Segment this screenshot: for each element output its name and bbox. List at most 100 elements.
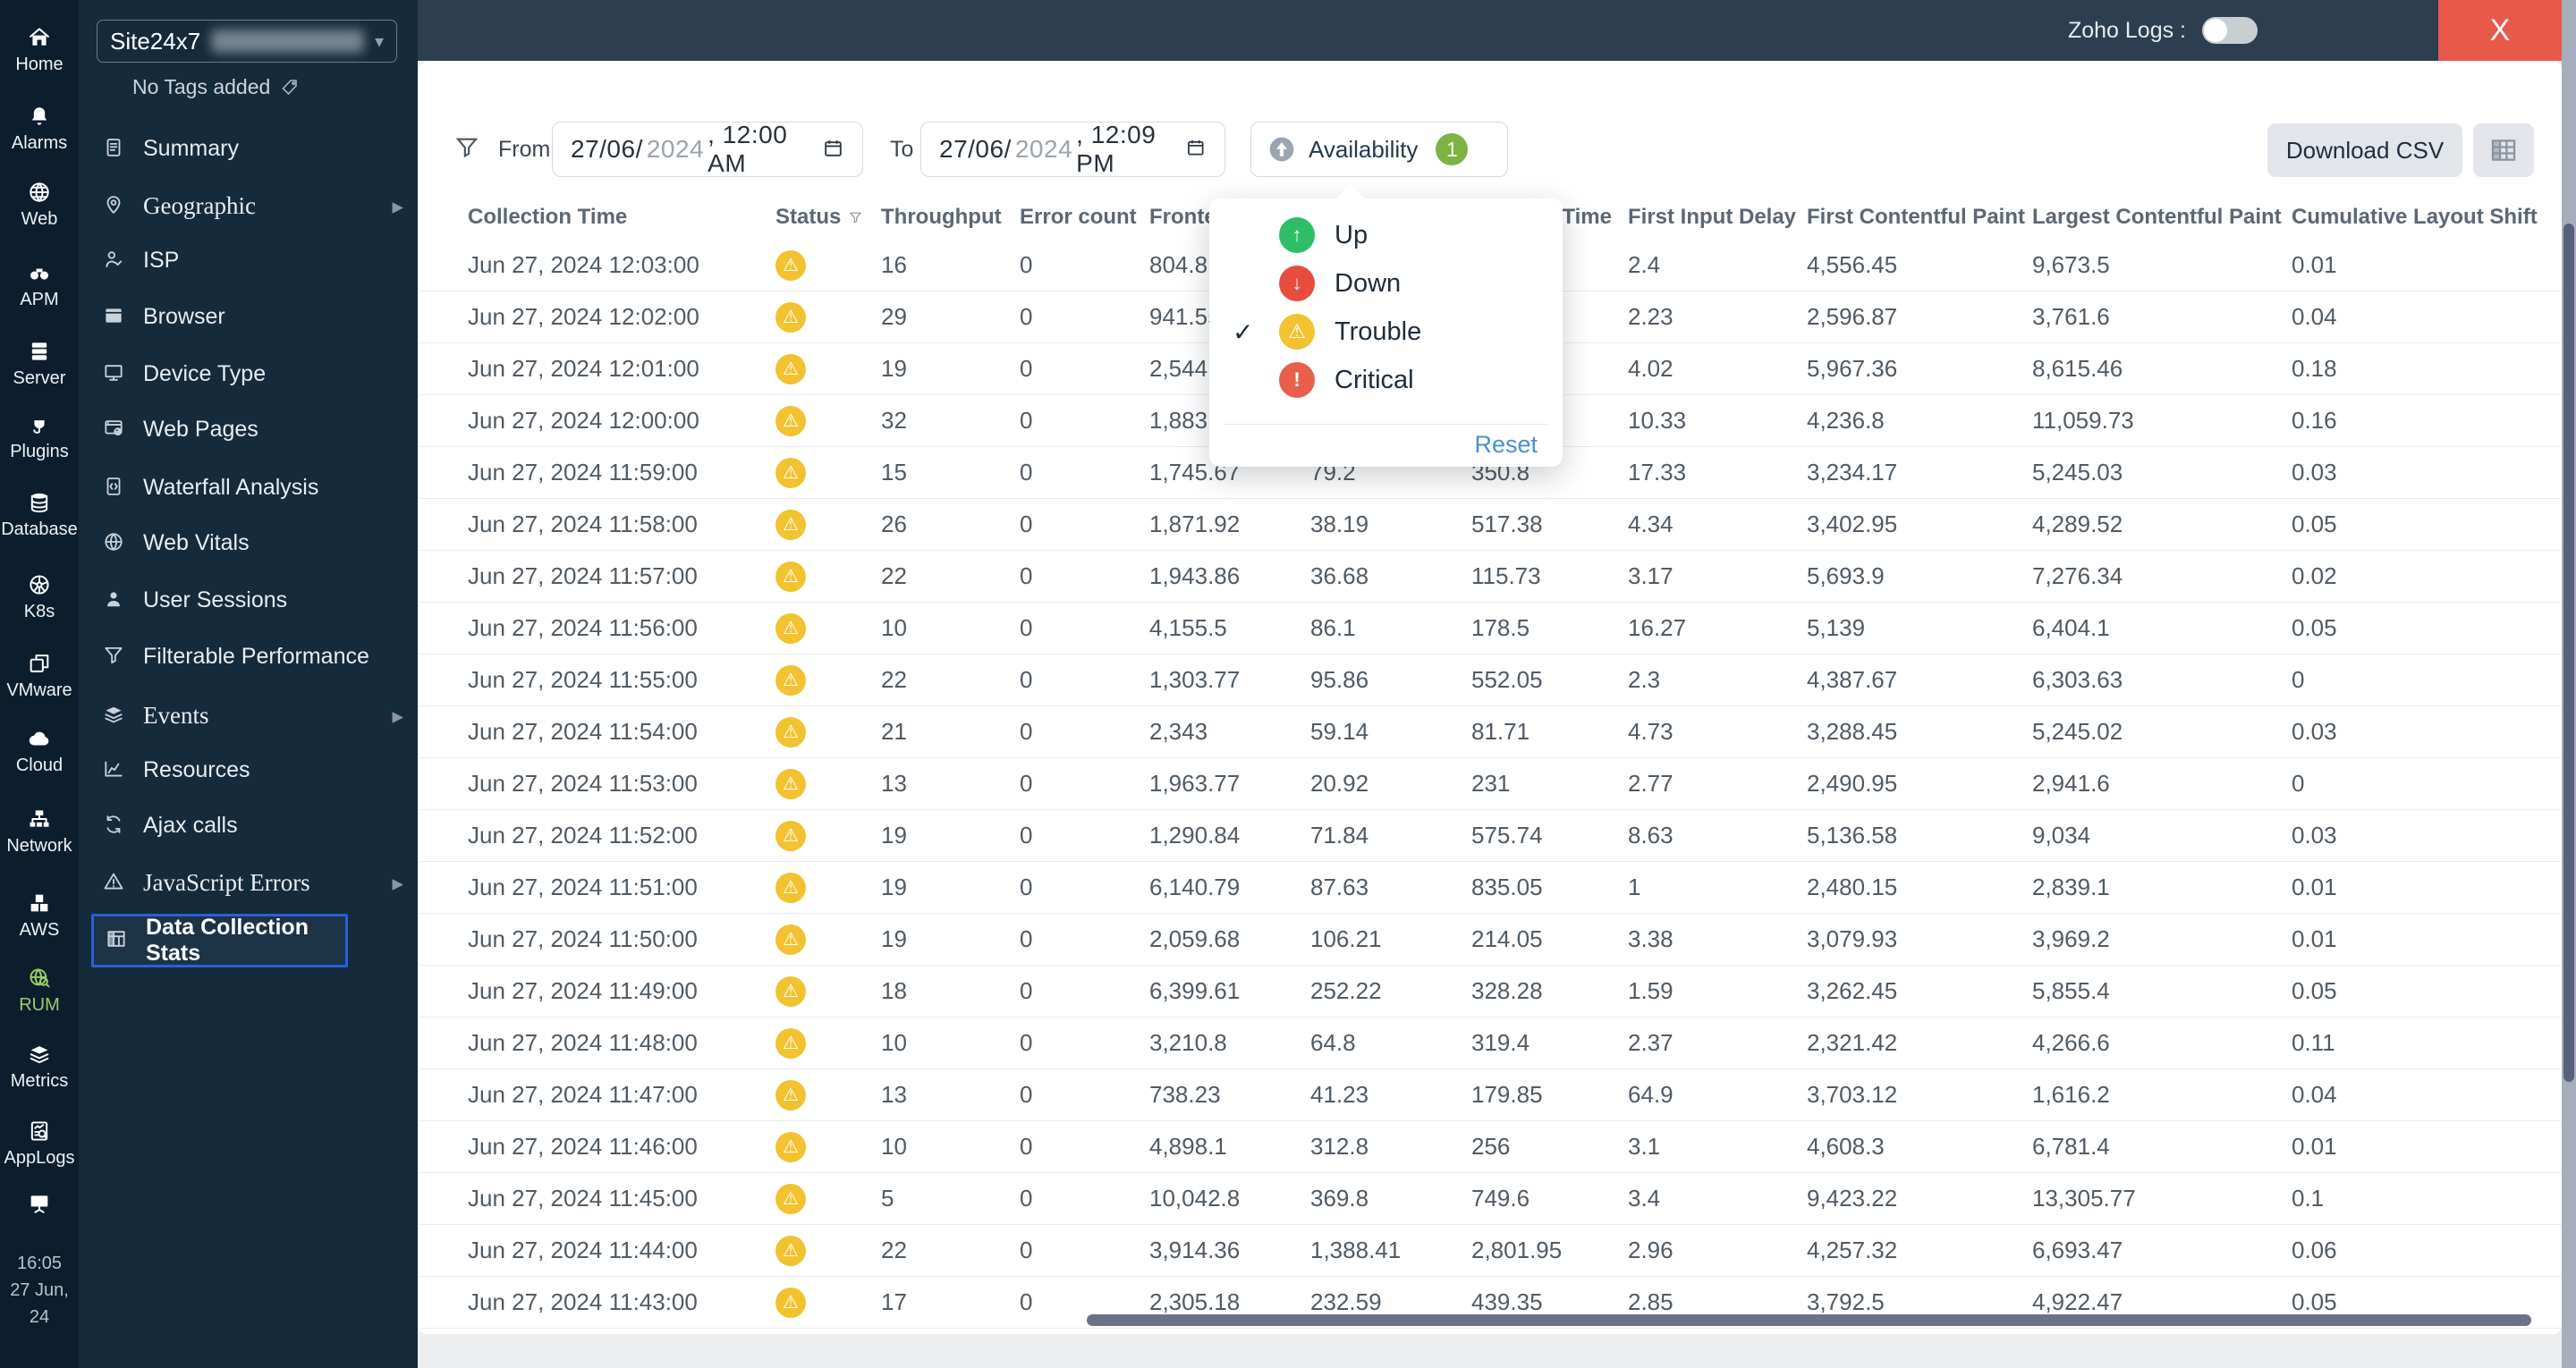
rail-item-database[interactable]: Database [0,490,79,540]
sidebar-item-summary[interactable]: Summary [79,121,418,177]
column-header-status[interactable]: Status [775,205,881,230]
up-status-icon: ↑ [1279,217,1315,253]
rail-item-home[interactable]: Home [0,25,79,75]
rail-item-aws[interactable]: AWS [0,891,79,941]
table-row[interactable]: Jun 27, 2024 11:55:00 ⚠ 22 0 1,303.77 95.86 55… [418,654,2562,706]
rail-item-apm[interactable]: APM [0,260,79,310]
from-time: , 12:00 AM [708,121,788,177]
rail-item-applogs[interactable]: AppLogs [0,1119,79,1169]
rail-item-web[interactable]: Web [0,180,79,230]
metric-cell: 2.77 [1628,770,1674,797]
sidebar-item-web-vitals[interactable]: Web Vitals [79,515,418,571]
table-row[interactable]: Jun 27, 2024 11:57:00 ⚠ 22 0 1,943.86 36.68 11… [418,551,2562,603]
metric-cell: 0 [2292,770,2305,797]
sidebar-item-waterfall-analysis[interactable]: Waterfall Analysis [79,460,418,516]
rail-item-vmware[interactable]: VMware [0,651,79,701]
table-row[interactable]: Jun 27, 2024 11:47:00 ⚠ 13 0 738.23 41.23 179.… [418,1069,2562,1121]
rail-item-alarms[interactable]: Alarms [0,104,79,154]
rail-item-plugins[interactable]: Plugins [0,412,79,462]
dropdown-option-critical[interactable]: ! Critical [1209,356,1563,404]
to-date-input[interactable]: 27/06/2024, 12:09 PM [920,121,1225,177]
table-row[interactable]: Jun 27, 2024 11:53:00 ⚠ 13 0 1,963.77 20.92 23… [418,758,2562,810]
availability-filter-button[interactable]: Availability 1 [1250,122,1508,177]
calendar-icon[interactable] [822,137,844,162]
metric-cell: 5,136.58 [1807,822,1898,849]
column-header-cumulative-layout-shift[interactable]: Cumulative Layout Shift [2292,205,2542,230]
server-icon [0,339,79,366]
column-header-first-input-delay[interactable]: First Input Delay [1628,205,1807,230]
metric-cell: 4,236.8 [1807,407,1885,434]
dropdown-option-up[interactable]: ↑ Up [1209,211,1563,259]
table-row[interactable]: Jun 27, 2024 11:54:00 ⚠ 21 0 2,343 59.14 81.71… [418,706,2562,758]
trouble-status-icon: ⚠ [775,1027,806,1059]
rail-item-rum[interactable]: RUM [0,966,79,1016]
sidebar-item-geographic[interactable]: Geographic ▸ [79,178,418,234]
vertical-scrollbar-thumb[interactable] [2563,224,2574,1082]
sidebar-item-device-type[interactable]: Device Type [79,346,418,402]
table-row[interactable]: Jun 27, 2024 11:50:00 ⚠ 19 0 2,059.68 106.21 2… [418,914,2562,966]
column-header-collection-time[interactable]: Collection Time [468,205,775,230]
table-row[interactable]: Jun 27, 2024 11:56:00 ⚠ 10 0 4,155.5 86.1 178.… [418,603,2562,654]
table-row[interactable]: Jun 27, 2024 11:58:00 ⚠ 26 0 1,871.92 38.19 51… [418,499,2562,551]
reset-link[interactable]: Reset [1474,431,1538,459]
zoho-logs-toggle[interactable] [2202,17,2258,44]
from-date-input[interactable]: 27/06/2024, 12:00 AM [552,121,863,177]
metric-cell: 9,423.22 [1807,1185,1898,1212]
column-picker-button[interactable] [2473,123,2534,177]
calendar-icon[interactable] [1185,137,1207,162]
metric-cell: 0 [1020,303,1033,330]
metric-cell: 6,781.4 [2032,1133,2110,1160]
metric-cell: 3,969.2 [2032,925,2110,952]
table-row[interactable]: Jun 27, 2024 11:52:00 ⚠ 19 0 1,290.84 71.84 57… [418,810,2562,862]
horizontal-scrollbar[interactable] [1087,1314,2531,1326]
table-row[interactable]: Jun 27, 2024 11:49:00 ⚠ 18 0 6,399.61 252.22 3… [418,966,2562,1018]
metric-cell: 3,402.95 [1807,511,1898,537]
rail-item-cloud[interactable]: Cloud [0,726,79,776]
rail-item-k8s[interactable]: K8s [0,572,79,622]
column-header-error-count[interactable]: Error count [1020,205,1149,230]
table-row[interactable]: Jun 27, 2024 11:48:00 ⚠ 10 0 3,210.8 64.8 319.… [418,1018,2562,1069]
column-header-throughput[interactable]: Throughput [881,205,1020,230]
close-button[interactable]: X [2438,0,2562,61]
sidebar-item-web-pages[interactable]: Web Pages [79,401,418,458]
to-year: 2024 [1014,135,1073,163]
download-csv-button[interactable]: Download CSV [2267,123,2462,177]
rail-item-label: AWS [19,920,60,940]
collection-time-cell: Jun 27, 2024 11:43:00 [468,1288,698,1315]
metric-cell: 64.9 [1628,1081,1674,1108]
to-time: , 12:09 PM [1076,121,1157,177]
rail-item-presentation[interactable] [0,1191,79,1218]
status-filter-icon[interactable] [848,210,863,225]
sidebar-item-browser[interactable]: Browser [79,289,418,345]
metric-cell: 2,321.42 [1807,1029,1898,1056]
sidebar-item-javascript-errors[interactable]: JavaScript Errors ▸ [79,855,418,911]
table-row[interactable]: Jun 27, 2024 11:51:00 ⚠ 19 0 6,140.79 87.63 83… [418,862,2562,914]
sidebar-item-data-collection-stats[interactable]: Data Collection Stats [91,914,348,967]
sidebar-item-filterable-performance[interactable]: Filterable Performance [79,629,418,685]
metric-cell: 95.86 [1310,666,1369,693]
table-row[interactable]: Jun 27, 2024 11:45:00 ⚠ 5 0 10,042.8 369.8 749… [418,1173,2562,1225]
table-row[interactable]: Jun 27, 2024 11:44:00 ⚠ 22 0 3,914.36 1,388.4… [418,1225,2562,1277]
chevron-down-icon: ▾ [374,31,384,52]
rail-item-metrics[interactable]: Metrics [0,1042,79,1092]
rail-item-server[interactable]: Server [0,339,79,389]
sidebar-item-user-sessions[interactable]: User Sessions [79,572,418,629]
monitor-select[interactable]: Site24x7 ▾ [97,20,397,63]
sidebar-item-resources[interactable]: Resources [79,742,418,798]
metric-cell: 0 [1020,459,1033,486]
aws-icon [0,891,79,917]
dropdown-option-down[interactable]: ↓ Down [1209,259,1563,308]
sidebar-item-isp[interactable]: ISP [79,232,418,289]
sidebar-item-ajax-calls[interactable]: Ajax calls [79,798,418,854]
table-row[interactable]: Jun 27, 2024 11:42:00⚠2302,527.7888.0418… [418,1329,2562,1334]
column-header-first-contentful-paint[interactable]: First Contentful Paint [1807,205,2032,230]
rail-item-network[interactable]: Network [0,806,79,857]
table-row[interactable]: Jun 27, 2024 11:46:00 ⚠ 10 0 4,898.1 312.8 256… [418,1121,2562,1173]
metric-cell: 0.05 [2292,977,2337,1004]
metric-cell: 319.4 [1471,1029,1530,1056]
metric-cell: 0.18 [2292,355,2337,382]
dropdown-option-trouble[interactable]: ✓ ⚠ Trouble [1209,308,1563,356]
isp-icon [102,248,129,274]
column-header-largest-contentful-paint[interactable]: Largest Contentful Paint [2032,205,2292,230]
sidebar-item-events[interactable]: Events ▸ [79,688,418,744]
